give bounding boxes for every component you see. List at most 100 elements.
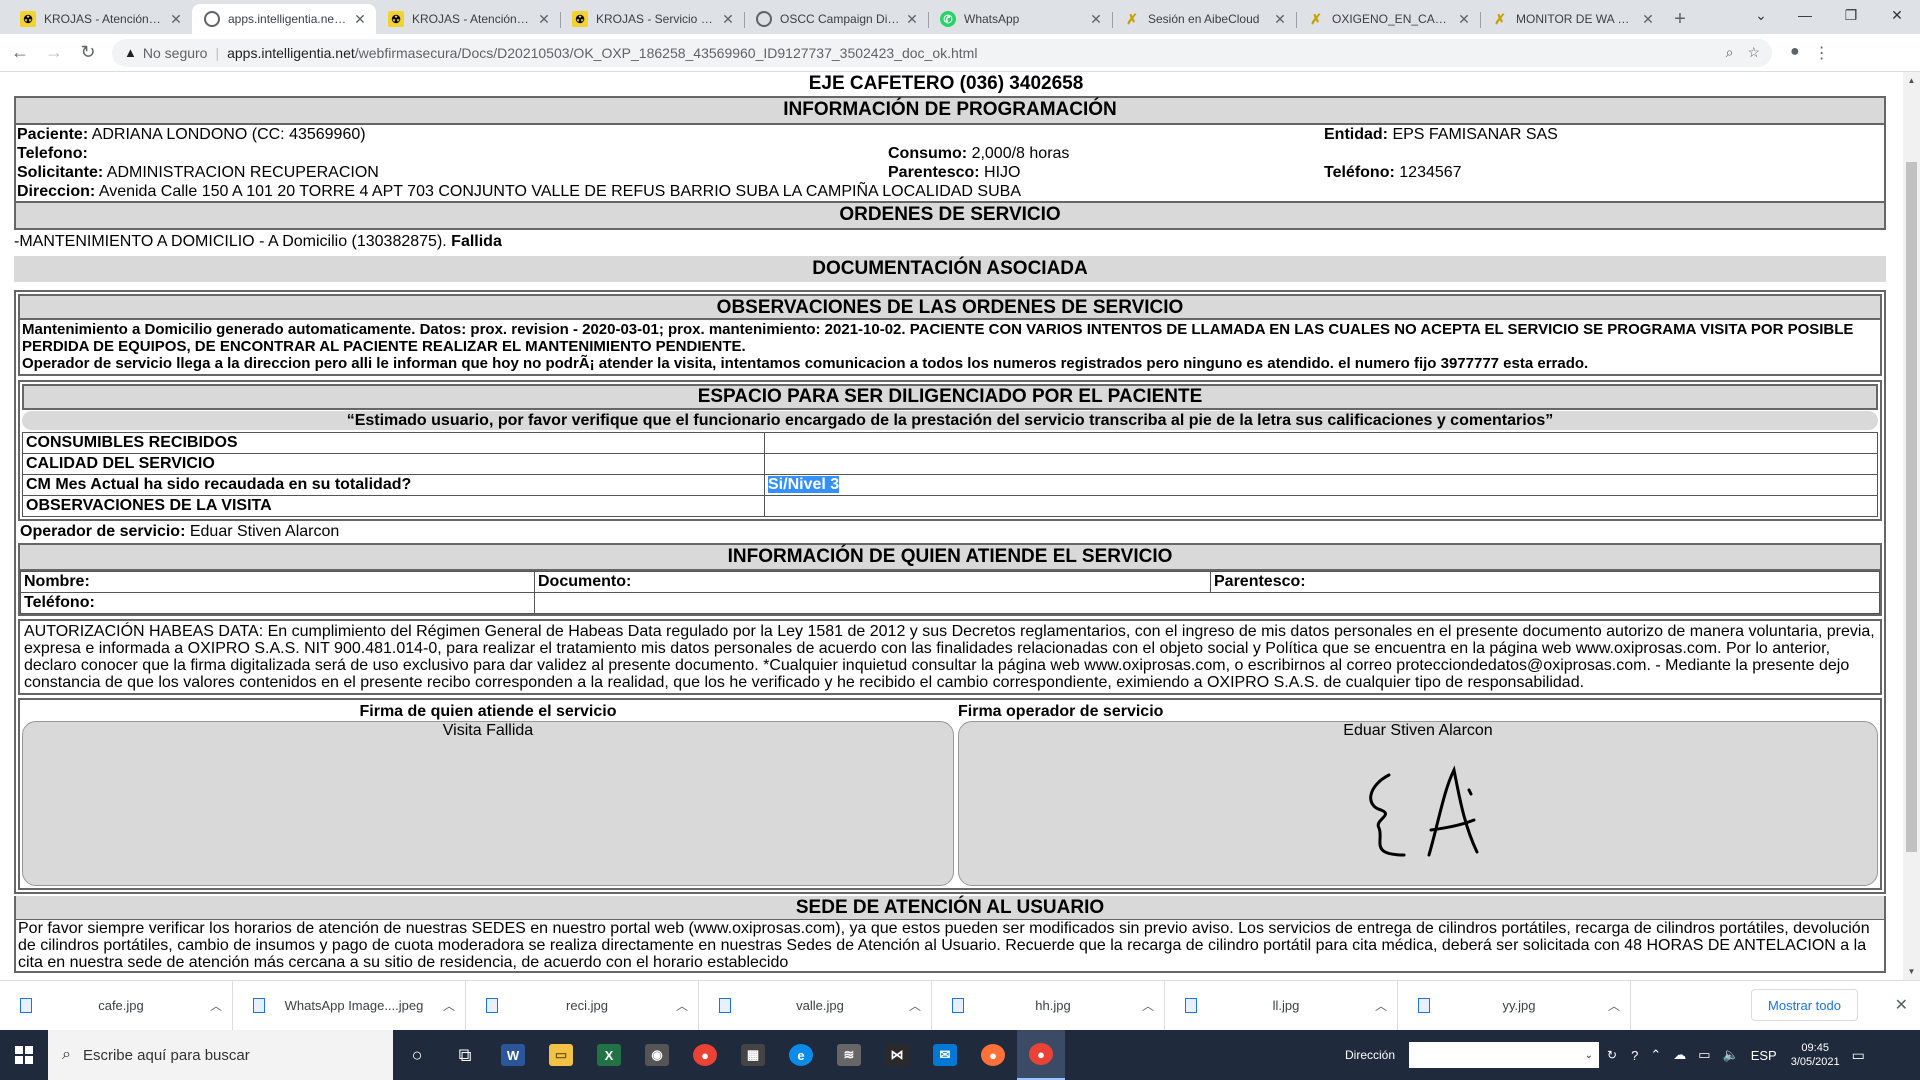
programacion-title: INFORMACIÓN DE PROGRAMACIÓN (16, 98, 1884, 125)
chevron-up-icon[interactable]: ︿ (210, 997, 222, 1014)
browser-tab-active[interactable]: apps.intelligentia.net/webfirmasecura ✕ (192, 4, 376, 34)
show-all-downloads-button[interactable]: Mostrar todo (1751, 989, 1858, 1021)
chevron-up-icon[interactable]: ︿ (1375, 997, 1387, 1014)
download-item[interactable]: ll.jpg ︿ (1165, 980, 1398, 1031)
close-tab-icon[interactable]: ✕ (720, 11, 736, 28)
restore-button[interactable]: ❐ (1828, 0, 1874, 30)
notifications-icon[interactable]: ▭ (1852, 1047, 1865, 1064)
edge-icon[interactable]: e (777, 1030, 825, 1080)
download-item[interactable]: WhatsApp Image....jpeg ︿ (233, 980, 466, 1031)
back-arrow-icon[interactable]: ← (6, 39, 34, 67)
camera-icon[interactable]: ◉ (633, 1030, 681, 1080)
help-icon[interactable]: ? (1631, 1048, 1638, 1063)
bookmark-star-icon[interactable]: ☆ (1747, 44, 1760, 61)
word-icon[interactable]: W (489, 1030, 537, 1080)
prog-row-3: Solicitante: ADMINISTRACION RECUPERACION… (16, 163, 1884, 182)
chrome-active-icon[interactable]: ● (1017, 1030, 1065, 1080)
address-toolbar-input[interactable]: ⌄ (1409, 1042, 1600, 1068)
tray-chevron-up-icon[interactable]: ⌃ (1650, 1047, 1661, 1063)
network-icon[interactable]: ▭ (1698, 1047, 1710, 1063)
evaluacion-table: CONSUMIBLES RECIBIDOS CALIDAD DEL SERVIC… (22, 432, 1878, 517)
minimize-button[interactable]: — (1782, 0, 1828, 30)
excel-icon[interactable]: X (585, 1030, 633, 1080)
menu-kebab-icon[interactable]: ⋮ (1814, 43, 1830, 63)
address-bar[interactable]: ▲ No seguro | apps.intelligentia.net/web… (112, 38, 1772, 67)
cm-label: CM Mes Actual ha sido recaudada en su to… (22, 474, 765, 496)
volume-icon[interactable]: 🔈 (1723, 1047, 1739, 1063)
windows-taskbar: ⌕ Escribe aquí para buscar ○ ⧉ W ▭ X ◉ ●… (0, 1030, 1920, 1080)
mail-icon[interactable]: ✉ (921, 1030, 969, 1080)
browser-tab[interactable]: ✗ MONITOR DE WA PEN ✕ (1480, 4, 1664, 34)
telefono-label: Telefono: (17, 145, 88, 162)
scroll-down-arrow-icon[interactable]: ▼ (1903, 963, 1920, 980)
profile-avatar-icon[interactable]: ● (1790, 43, 1800, 63)
remote-app-icon[interactable]: ⋈ (873, 1030, 921, 1080)
telefono-value-2[interactable] (534, 592, 1880, 614)
atiende-table: Nombre: Documento: Parentesco: Teléfono: (20, 571, 1880, 614)
language-indicator[interactable]: ESP (1751, 1048, 1777, 1063)
start-button[interactable] (0, 1030, 48, 1080)
vertical-scrollbar[interactable]: ▲ ▼ (1903, 72, 1920, 980)
browser-tab[interactable]: ✗ OXIGENO_EN_CASA (S ✕ (1296, 4, 1480, 34)
browser-tab[interactable]: ☢ KROJAS - Atención al Usuario ✕ (376, 4, 560, 34)
close-download-bar-icon[interactable]: ✕ (1895, 995, 1908, 1015)
krojas-favicon-icon: ☢ (572, 11, 588, 27)
new-tab-button[interactable]: + (1664, 4, 1696, 34)
chrome-icon[interactable]: ● (681, 1030, 729, 1080)
close-tab-icon[interactable]: ✕ (1272, 11, 1288, 28)
browser-tab[interactable]: ✆ WhatsApp ✕ (928, 4, 1112, 34)
download-item[interactable]: valle.jpg ︿ (699, 980, 932, 1031)
taskbar-clock[interactable]: 09:45 3/05/2021 (1791, 1041, 1840, 1069)
firma-cliente-title: Firma de quien atiende el servicio (359, 703, 617, 720)
forward-arrow-icon[interactable]: → (40, 39, 68, 67)
scroll-up-arrow-icon[interactable]: ▲ (1903, 72, 1920, 89)
cm-value-cell[interactable]: Si/Nivel 3 (764, 474, 1878, 496)
close-tab-icon[interactable]: ✕ (1640, 11, 1656, 28)
close-tab-icon[interactable]: ✕ (352, 11, 368, 28)
browser-tab[interactable]: ☢ KROJAS - Servicio a Domicilio ✕ (560, 4, 744, 34)
zoom-icon[interactable]: ⌕ (1726, 44, 1734, 61)
tab-search-icon[interactable]: ⌄ (1738, 0, 1784, 30)
app-icon[interactable]: ≋ (825, 1030, 873, 1080)
consumibles-value[interactable] (764, 432, 1878, 454)
chevron-up-icon[interactable]: ︿ (1608, 997, 1620, 1014)
parentesco-label-2: Parentesco: (1210, 571, 1880, 593)
sede-title: SEDE DE ATENCIÓN AL USUARIO (16, 896, 1884, 920)
close-window-button[interactable]: ✕ (1874, 0, 1920, 30)
close-tab-icon[interactable]: ✕ (904, 11, 920, 28)
chevron-up-icon[interactable]: ︿ (443, 997, 455, 1014)
close-tab-icon[interactable]: ✕ (1088, 11, 1104, 28)
file-icon (1418, 998, 1430, 1013)
calidad-value[interactable] (764, 453, 1878, 475)
reload-icon[interactable]: ↻ (74, 39, 102, 67)
download-item[interactable]: cafe.jpg ︿ (0, 980, 233, 1031)
store-icon[interactable]: ▦ (729, 1030, 777, 1080)
chevron-up-icon[interactable]: ︿ (909, 997, 921, 1014)
download-item[interactable]: hh.jpg ︿ (932, 980, 1165, 1031)
onedrive-icon[interactable]: ☁ (1673, 1047, 1686, 1063)
espacio-paciente-section: ESPACIO PARA SER DILIGENCIADO POR EL PAC… (18, 380, 1882, 521)
observaciones-body: Mantenimiento a Domicilio generado autom… (20, 320, 1880, 374)
tab-strip: ☢ KROJAS - Atención al Usuario ✕ apps.in… (0, 0, 1920, 34)
close-tab-icon[interactable]: ✕ (1456, 11, 1472, 28)
download-item[interactable]: reci.jpg ︿ (466, 980, 699, 1031)
file-explorer-icon[interactable]: ▭ (537, 1030, 585, 1080)
browser-tab[interactable]: ☢ KROJAS - Atención al Usuario ✕ (8, 4, 192, 34)
chevron-up-icon[interactable]: ︿ (676, 997, 688, 1014)
taskbar-search[interactable]: ⌕ Escribe aquí para buscar (48, 1030, 393, 1080)
close-tab-icon[interactable]: ✕ (536, 11, 552, 28)
scrollbar-thumb[interactable] (1906, 162, 1917, 852)
observaciones-visita-value[interactable] (764, 495, 1878, 517)
browser-tab[interactable]: ✗ Sesión en AibeCloud ✕ (1112, 4, 1296, 34)
firefox-icon[interactable]: ● (969, 1030, 1017, 1080)
address-go-icon[interactable]: ↻ (1607, 1048, 1617, 1062)
url-separator: | (215, 44, 220, 61)
cortana-icon[interactable]: ○ (393, 1030, 441, 1080)
download-item[interactable]: yy.jpg ︿ (1398, 980, 1631, 1031)
espacio-notice: “Estimado usuario, por favor verifique q… (22, 411, 1878, 430)
browser-tab[interactable]: OSCC Campaign Director ✕ (744, 4, 928, 34)
task-view-icon[interactable]: ⧉ (441, 1030, 489, 1080)
download-filename: hh.jpg (1035, 998, 1071, 1013)
chevron-up-icon[interactable]: ︿ (1142, 997, 1154, 1014)
close-tab-icon[interactable]: ✕ (168, 11, 184, 28)
